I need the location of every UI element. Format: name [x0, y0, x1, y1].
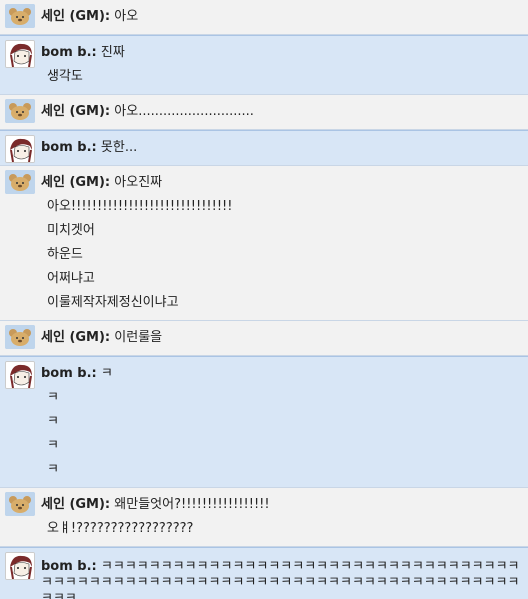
message-text: 진짜	[100, 45, 125, 60]
chat-message: bom b.: 진짜 생각도	[0, 35, 528, 95]
message-text: 미치겟어	[47, 223, 95, 238]
girl-avatar	[5, 361, 35, 389]
chat-message: 세인 (GM): 왜만들엇어?!!!!!!!!!!!!!!!!! 오ㅒ!????…	[0, 488, 528, 547]
chat-message: bom b.: ㅋ ㅋ ㅋ ㅋ ㅋ	[0, 356, 528, 488]
bear-avatar	[5, 99, 35, 123]
bear-avatar	[5, 492, 35, 516]
message-text: ㅋㅋㅋㅋㅋㅋㅋㅋㅋㅋㅋㅋㅋㅋㅋㅋㅋㅋㅋㅋㅋㅋㅋㅋㅋㅋㅋㅋㅋㅋㅋㅋㅋㅋㅋㅋㅋㅋㅋㅋ…	[41, 559, 520, 599]
bear-avatar	[5, 170, 35, 194]
chat-message: 세인 (GM): 아오	[0, 0, 528, 35]
message-text: ㅋ	[47, 462, 59, 477]
chat-log: 세인 (GM): 아오 bom b.: 진짜 생각도 세인 (GM): 아오..…	[0, 0, 528, 599]
message-text: 이룰제작자제정신이냐고	[47, 295, 179, 310]
girl-avatar	[5, 552, 35, 580]
chat-message: 세인 (GM): 아오진짜 아오!!!!!!!!!!!!!!!!!!!!!!!!…	[0, 166, 528, 321]
message-text: ㅋ	[47, 414, 59, 429]
message-text: 생각도	[47, 69, 83, 84]
sender-name: 세인 (GM):	[41, 330, 111, 345]
girl-avatar	[5, 40, 35, 68]
bear-avatar	[5, 4, 35, 28]
sender-name: 세인 (GM):	[41, 497, 111, 512]
message-text: 아오!!!!!!!!!!!!!!!!!!!!!!!!!!!!!!!	[47, 199, 233, 214]
message-text: 못한...	[100, 140, 138, 155]
message-text: ㅋ	[100, 366, 113, 381]
sender-name: 세인 (GM):	[41, 104, 111, 119]
sender-name: 세인 (GM):	[41, 175, 111, 190]
message-text: 아오	[114, 9, 139, 24]
sender-name: bom b.:	[41, 45, 97, 60]
chat-message: bom b.: 못한...	[0, 130, 528, 166]
message-text: ㅋ	[47, 390, 59, 405]
girl-avatar	[5, 135, 35, 163]
chat-message: 세인 (GM): 이런룰을	[0, 321, 528, 356]
sender-name: bom b.:	[41, 366, 97, 381]
message-text: 하운드	[47, 247, 83, 262]
message-text: 아오진짜	[114, 175, 163, 190]
sender-name: bom b.:	[41, 140, 97, 155]
message-text: 이런룰을	[114, 330, 163, 345]
message-text: 아오............................	[114, 104, 254, 119]
message-text: 어쩌냐고	[47, 271, 95, 286]
sender-name: bom b.:	[41, 559, 97, 574]
message-text: 오ㅒ!?????????????????	[47, 521, 194, 536]
sender-name: 세인 (GM):	[41, 9, 111, 24]
bear-avatar	[5, 325, 35, 349]
chat-message: bom b.: ㅋㅋㅋㅋㅋㅋㅋㅋㅋㅋㅋㅋㅋㅋㅋㅋㅋㅋㅋㅋㅋㅋㅋㅋㅋㅋㅋㅋㅋㅋㅋㅋ…	[0, 547, 528, 599]
chat-message: 세인 (GM): 아오............................	[0, 95, 528, 130]
message-text: ㅋ	[47, 438, 59, 453]
message-text: 왜만들엇어?!!!!!!!!!!!!!!!!!	[114, 497, 270, 512]
